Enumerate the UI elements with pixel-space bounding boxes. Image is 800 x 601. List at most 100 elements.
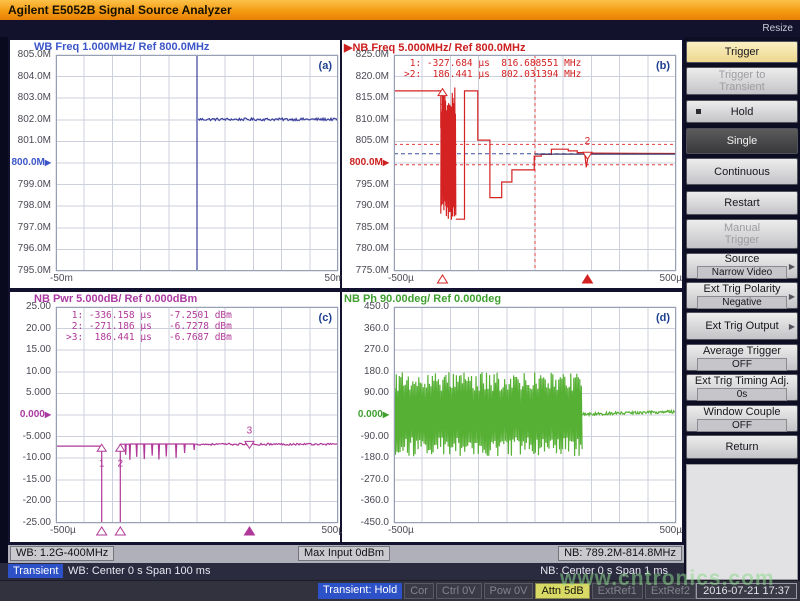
ref-level-icon: ▶ xyxy=(383,158,389,167)
y-tick-label: 270.0 xyxy=(342,344,389,355)
nb-sweep-settings: NB: Center 0 s Span 1 ms xyxy=(540,565,668,577)
taskbar-item-ctrl-0v: Ctrl 0V xyxy=(436,583,482,599)
softkey-return[interactable]: Return xyxy=(686,435,798,459)
y-tick-label: -25.00 xyxy=(10,517,51,528)
svg-text:2: 2 xyxy=(118,458,124,469)
y-tick-label: 800.0M▶ xyxy=(10,157,51,168)
resize-button[interactable]: Resize xyxy=(762,23,793,34)
chart-d-plot xyxy=(394,307,676,539)
ref-level-icon: ▶ xyxy=(45,158,51,167)
softkey-label: Ext Trig Output xyxy=(705,320,778,332)
softkey-trigger-to: Trigger toTransient xyxy=(686,67,798,95)
softkey-average-trigger[interactable]: Average TriggerOFF xyxy=(686,344,798,371)
softkey-hold[interactable]: Hold xyxy=(686,100,798,123)
softkey-source[interactable]: SourceNarrow Video▶ xyxy=(686,253,798,279)
svg-text:1: 1 xyxy=(99,458,105,469)
softkey-label: Manual xyxy=(724,222,760,234)
svg-text:3: 3 xyxy=(247,425,253,436)
softkey-label: Average Trigger xyxy=(703,345,781,357)
y-tick-label: 799.0M xyxy=(10,179,51,190)
submenu-arrow-icon: ▶ xyxy=(789,321,795,333)
y-tick-label: 20.00 xyxy=(10,323,51,334)
softkey-ext-trig-output[interactable]: Ext Trig Output ▶ xyxy=(686,312,798,340)
y-tick-label: 796.0M xyxy=(10,243,51,254)
x-tick-label: -500µ xyxy=(388,525,414,536)
softkey-value: Negative xyxy=(697,296,787,309)
softkey-label: Ext Trig Polarity xyxy=(703,283,780,295)
chart-a-wb-freq: WB Freq 1.000MHz/ Ref 800.0MHz 805.0M804… xyxy=(10,40,340,288)
submenu-arrow-icon: ▶ xyxy=(789,291,795,303)
y-tick-label: 180.0 xyxy=(342,366,389,377)
chart-b-nb-freq: ▶NB Freq 5.000MHz/ Ref 800.0MHz 12825.0M… xyxy=(342,40,682,288)
softkey-continuous[interactable]: Continuous xyxy=(686,158,798,185)
softkey-trigger[interactable]: Trigger xyxy=(686,41,798,63)
softkey-label: Continuous xyxy=(714,166,770,178)
y-tick-label: -5.000 xyxy=(10,431,51,442)
y-tick-label: 800.0M▶ xyxy=(342,157,389,168)
softkey-label: Single xyxy=(727,135,758,147)
softkey-label: Trigger xyxy=(725,46,759,58)
y-tick-label: 802.0M xyxy=(10,114,51,125)
softkey-label: Window Couple xyxy=(703,406,780,418)
window-title: Agilent E5052B Signal Source Analyzer xyxy=(8,3,232,17)
softkey-restart[interactable]: Restart xyxy=(686,191,798,215)
softkey-ext-trig-polarity[interactable]: Ext Trig PolarityNegative▶ xyxy=(686,282,798,309)
softkey-label: Transient xyxy=(719,81,764,93)
wb-sweep-settings: WB: Center 0 s Span 100 ms xyxy=(68,565,210,577)
softkey-window-couple[interactable]: Window CoupleOFF xyxy=(686,405,798,432)
range-status-bar: WB: 1.2G-400MHz Max Input 0dBm NB: 789.2… xyxy=(8,545,684,563)
softkey-label: Trigger xyxy=(725,234,759,246)
x-tick-label: 500µ xyxy=(624,273,682,284)
softkey-value: 0s xyxy=(697,388,787,401)
softkey-value: Narrow Video xyxy=(697,266,787,279)
ref-level-icon: ▶ xyxy=(383,410,389,419)
chart-c-nb-power: NB Pwr 5.000dB/ Ref 0.000dBm 12325.0020.… xyxy=(10,292,340,542)
softkey-manual: ManualTrigger xyxy=(686,219,798,249)
chart-d-nb-phase: NB Ph 90.00deg/ Ref 0.000deg 450.0360.02… xyxy=(342,292,682,542)
display-area: WB Freq 1.000MHz/ Ref 800.0MHz 805.0M 804… xyxy=(8,37,684,545)
wb-range-indicator: WB: 1.2G-400MHz xyxy=(10,546,114,561)
y-tick-label: -360.0 xyxy=(342,495,389,506)
instrument-screen: Agilent E5052B Signal Source Analyzer Re… xyxy=(0,0,800,600)
resize-bar: Resize xyxy=(0,20,800,37)
x-tick-label: -500µ xyxy=(388,273,414,284)
softkey-value: OFF xyxy=(697,358,787,371)
y-tick-label: 795.0M xyxy=(10,265,51,276)
y-tick-label: 450.0 xyxy=(342,301,389,312)
taskbar-item-attn-5db: Attn 5dB xyxy=(535,583,589,599)
panel-letter: (b) xyxy=(642,60,670,72)
y-tick-label: 803.0M xyxy=(10,92,51,103)
y-tick-label: 805.0M xyxy=(342,135,389,146)
svg-text:1: 1 xyxy=(440,103,446,114)
panel-letter: (d) xyxy=(642,312,670,324)
submenu-arrow-icon: ▶ xyxy=(789,261,795,273)
y-tick-label: 15.00 xyxy=(10,344,51,355)
y-tick-label: 775.0M xyxy=(342,265,389,276)
taskbar-item-cor: Cor xyxy=(404,583,434,599)
y-tick-label: -90.00 xyxy=(342,431,389,442)
softkey-ext-trig-timing-adj-[interactable]: Ext Trig Timing Adj.0s xyxy=(686,374,798,401)
taskbar-item-pow-0v: Pow 0V xyxy=(484,583,534,599)
panel-letter: (c) xyxy=(304,312,332,324)
nb-range-indicator: NB: 789.2M-814.8MHz xyxy=(558,546,682,561)
softkey-single[interactable]: Single xyxy=(686,128,798,154)
datetime-display: 2016-07-21 17:37 xyxy=(696,583,797,599)
taskbar-item-extref2: ExtRef2 xyxy=(645,583,696,599)
ref-level-icon: ▶ xyxy=(45,410,51,419)
panel-letter: (a) xyxy=(304,60,332,72)
y-tick-label: 804.0M xyxy=(10,71,51,82)
selected-bullet-icon xyxy=(696,109,701,114)
y-tick-label: 780.0M xyxy=(342,243,389,254)
chart-a-title: WB Freq 1.000MHz/ Ref 800.0MHz xyxy=(34,41,209,53)
y-tick-label: 825.0M xyxy=(342,49,389,60)
y-tick-label: 798.0M xyxy=(10,200,51,211)
y-tick-label: 810.0M xyxy=(342,114,389,125)
softkey-label: Ext Trig Timing Adj. xyxy=(695,375,789,387)
y-tick-label: -20.00 xyxy=(10,495,51,506)
y-tick-label: -270.0 xyxy=(342,474,389,485)
x-tick-label: 500µ xyxy=(286,525,344,536)
marker-readout: 1: -336.158 µs -7.2501 dBm 2: -271.186 µ… xyxy=(66,310,232,343)
chart-b-plot: 12 xyxy=(394,55,676,287)
y-tick-label: -180.0 xyxy=(342,452,389,463)
x-tick-label: -500µ xyxy=(50,525,76,536)
